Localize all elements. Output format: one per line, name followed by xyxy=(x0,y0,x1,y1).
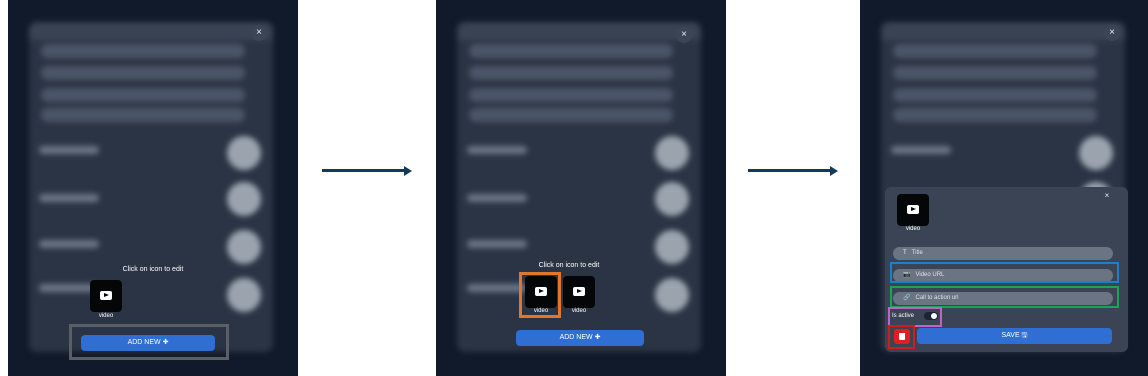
close-button[interactable]: × xyxy=(676,27,692,43)
arrow-icon xyxy=(748,166,838,176)
video-tile-label: video xyxy=(533,308,549,314)
arrow-icon xyxy=(322,166,412,176)
cta-url-highlight xyxy=(890,286,1119,308)
close-button[interactable]: × xyxy=(251,25,267,41)
title-field[interactable]: T Title xyxy=(893,247,1113,260)
youtube-icon xyxy=(100,291,112,300)
video-tile-label: video xyxy=(98,313,114,319)
video-tile-label: video xyxy=(571,308,587,314)
video-tile[interactable] xyxy=(90,280,122,312)
youtube-icon xyxy=(907,205,919,214)
add-new-button[interactable]: ADD NEW ✚ xyxy=(516,330,644,346)
video-tile[interactable] xyxy=(897,194,929,226)
video-tile[interactable] xyxy=(525,276,557,308)
toggle-highlight xyxy=(888,307,942,327)
step-1-panel: × Click on icon to edit video ADD NEW ✚ xyxy=(8,0,298,376)
edit-hint-text: Click on icon to edit xyxy=(538,262,600,269)
title-field-label: Title xyxy=(911,250,923,256)
video-tile[interactable] xyxy=(563,276,595,308)
text-icon: T xyxy=(903,250,907,256)
edit-hint-text: Click on icon to edit xyxy=(122,266,184,273)
blurred-background-app xyxy=(29,22,273,352)
youtube-icon xyxy=(535,287,547,296)
step-3-panel: × × video T Title 📷 Video URL 🔗 Call to act… xyxy=(860,0,1148,376)
save-button[interactable]: SAVE 🖫 xyxy=(917,328,1112,344)
video-tile-label: video xyxy=(905,226,921,232)
editor-close-button[interactable]: × xyxy=(1101,190,1113,202)
delete-highlight xyxy=(888,325,915,349)
video-url-highlight xyxy=(890,262,1119,283)
close-button[interactable]: × xyxy=(1104,25,1120,41)
youtube-icon xyxy=(573,287,585,296)
step-2-panel: × Click on icon to edit video video ADD … xyxy=(436,0,726,376)
add-new-button[interactable]: ADD NEW ✚ xyxy=(81,335,215,351)
